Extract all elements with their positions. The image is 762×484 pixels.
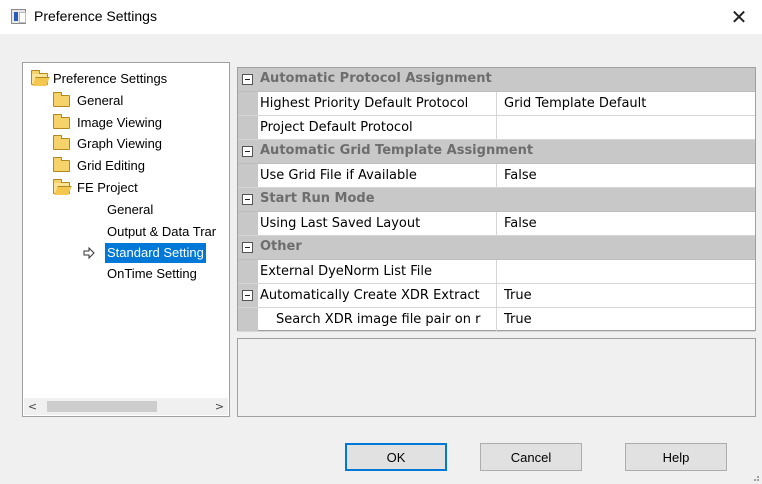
tree-item-label: Output & Data Trar xyxy=(107,224,217,239)
collapse-icon[interactable] xyxy=(242,74,253,85)
tree-item-label: OnTime Setting xyxy=(107,266,197,281)
category-row[interactable]: Automatic Protocol Assignment xyxy=(238,68,755,92)
scroll-thumb[interactable] xyxy=(47,401,157,412)
category-label: Automatic Protocol Assignment xyxy=(260,71,492,86)
folder-open-icon xyxy=(31,70,48,85)
property-name: Highest Priority Default Protocol xyxy=(260,92,497,115)
cancel-button[interactable]: Cancel xyxy=(480,443,582,471)
app-icon xyxy=(11,9,26,24)
category-row[interactable]: Other xyxy=(238,236,755,260)
tree-item-label: FE Project xyxy=(77,180,138,195)
row-gutter xyxy=(238,164,258,187)
folder-open-icon xyxy=(53,179,70,194)
folder-icon xyxy=(53,135,70,150)
property-row[interactable]: Project Default Protocol xyxy=(238,116,755,140)
folder-icon xyxy=(53,92,70,107)
row-gutter xyxy=(238,260,258,283)
folder-icon xyxy=(53,157,70,172)
tree-item-label: Graph Viewing xyxy=(77,136,163,151)
title-bar: Preference Settings ✕ xyxy=(0,0,762,34)
tree-item-label: General xyxy=(107,202,154,217)
row-gutter xyxy=(238,284,258,307)
collapse-icon[interactable] xyxy=(242,290,253,301)
property-value[interactable]: True xyxy=(504,308,754,331)
resize-grip-icon[interactable] xyxy=(750,472,760,482)
row-gutter xyxy=(238,116,258,139)
folder-icon xyxy=(53,114,70,129)
property-name: External DyeNorm List File xyxy=(260,260,497,283)
property-name: Using Last Saved Layout xyxy=(260,212,497,235)
settings-tree[interactable]: Preference Settings General Image Viewin… xyxy=(22,62,230,417)
property-name: Use Grid File if Available xyxy=(260,164,497,187)
collapse-icon[interactable] xyxy=(242,146,253,157)
property-value[interactable]: True xyxy=(504,284,754,307)
category-row[interactable]: Start Run Mode xyxy=(238,188,755,212)
property-value[interactable]: False xyxy=(504,212,754,235)
description-pane xyxy=(237,338,756,417)
property-name: Automatically Create XDR Extract xyxy=(260,284,497,307)
close-button[interactable]: ✕ xyxy=(716,0,762,34)
property-value[interactable]: False xyxy=(504,164,754,187)
category-label: Automatic Grid Template Assignment xyxy=(260,143,534,158)
property-row[interactable]: Automatically Create XDR Extract True xyxy=(238,284,755,308)
horizontal-scrollbar[interactable]: < > xyxy=(24,398,228,415)
row-gutter xyxy=(238,308,258,331)
scroll-left-button[interactable]: < xyxy=(24,398,41,415)
ok-button[interactable]: OK xyxy=(345,443,447,471)
property-value[interactable] xyxy=(504,260,754,283)
property-row[interactable]: Using Last Saved Layout False xyxy=(238,212,755,236)
tree-item-label: Image Viewing xyxy=(77,115,163,130)
tree-item-label: Standard Setting xyxy=(105,243,206,263)
property-row[interactable]: Use Grid File if Available False xyxy=(238,164,755,188)
arrow-icon xyxy=(83,247,95,259)
category-row[interactable]: Automatic Grid Template Assignment xyxy=(238,140,755,164)
row-gutter xyxy=(238,92,258,115)
tree-item-label: General xyxy=(77,93,124,108)
category-label: Other xyxy=(260,239,302,254)
help-button[interactable]: Help xyxy=(625,443,727,471)
property-row[interactable]: Search XDR image file pair on r True xyxy=(238,308,755,332)
property-name: Search XDR image file pair on r xyxy=(260,308,497,331)
row-gutter xyxy=(238,212,258,235)
window-title: Preference Settings xyxy=(34,8,157,24)
property-value[interactable] xyxy=(504,116,754,139)
category-label: Start Run Mode xyxy=(260,191,375,206)
scroll-right-button[interactable]: > xyxy=(211,398,228,415)
collapse-icon[interactable] xyxy=(242,242,253,253)
collapse-icon[interactable] xyxy=(242,194,253,205)
tree-item-label: Grid Editing xyxy=(77,158,145,173)
property-row[interactable]: Highest Priority Default Protocol Grid T… xyxy=(238,92,755,116)
tree-item-label: Preference Settings xyxy=(53,71,168,86)
property-row[interactable]: External DyeNorm List File xyxy=(238,260,755,284)
property-grid[interactable]: Automatic Protocol Assignment Highest Pr… xyxy=(237,67,756,332)
property-value[interactable]: Grid Template Default xyxy=(504,92,754,115)
property-name: Project Default Protocol xyxy=(260,116,497,139)
